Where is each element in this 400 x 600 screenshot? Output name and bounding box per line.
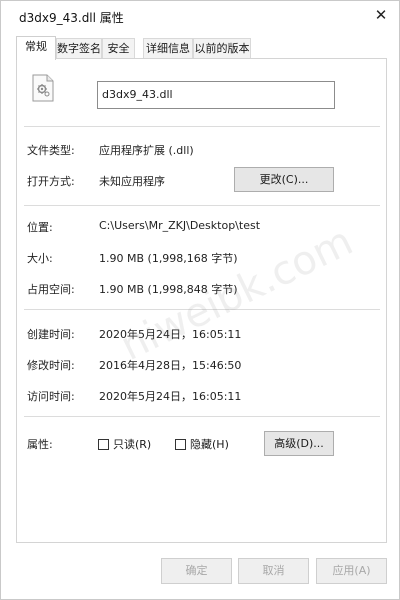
- tab-details[interactable]: 详细信息: [143, 38, 193, 59]
- readonly-label: 只读(R): [113, 438, 152, 451]
- separator: [24, 416, 380, 417]
- title-bar[interactable]: d3dx9_43.dll 属性 ✕: [1, 1, 400, 31]
- close-icon: ✕: [374, 6, 388, 24]
- tab-general[interactable]: 常规: [16, 36, 56, 60]
- tab-digital-signatures[interactable]: 数字签名: [56, 38, 102, 59]
- tab-previous-versions[interactable]: 以前的版本: [193, 38, 251, 59]
- ok-button[interactable]: 确定: [161, 558, 232, 584]
- window-title: d3dx9_43.dll 属性: [19, 11, 124, 25]
- open-with-label: 打开方式:: [27, 175, 75, 188]
- accessed-label: 访问时间:: [27, 390, 75, 403]
- hidden-checkbox[interactable]: 隐藏(H): [175, 436, 229, 452]
- file-type-label: 文件类型:: [27, 144, 75, 157]
- advanced-button[interactable]: 高级(D)...: [264, 431, 334, 456]
- cancel-button[interactable]: 取消: [238, 558, 309, 584]
- modified-label: 修改时间:: [27, 359, 75, 372]
- size-value: 1.90 MB (1,998,168 字节): [99, 252, 238, 265]
- checkbox-square: [98, 438, 109, 450]
- location-label: 位置:: [27, 221, 53, 234]
- change-button[interactable]: 更改(C)...: [234, 167, 334, 192]
- size-label: 大小:: [27, 252, 53, 265]
- separator: [24, 126, 380, 127]
- tab-security[interactable]: 安全: [102, 38, 135, 59]
- tab-bar: 常规 数字签名 安全 详细信息 以前的版本: [16, 36, 386, 60]
- apply-button[interactable]: 应用(A): [316, 558, 387, 584]
- accessed-value: 2020年5月24日，16:05:11: [99, 390, 242, 403]
- checkbox-square: [175, 438, 186, 450]
- readonly-checkbox[interactable]: 只读(R): [98, 436, 151, 452]
- created-label: 创建时间:: [27, 328, 75, 341]
- modified-value: 2016年4月28日，15:46:50: [99, 359, 242, 372]
- attributes-label: 属性:: [27, 438, 53, 451]
- location-value: C:\Users\Mr_ZKJ\Desktop\test: [99, 219, 261, 232]
- file-type-value: 应用程序扩展 (.dll): [99, 144, 194, 157]
- properties-dialog: d3dx9_43.dll 属性 ✕ 常规 数字签名 安全 详细信息 以前的版本 …: [0, 0, 400, 600]
- close-button[interactable]: ✕: [367, 3, 395, 29]
- dll-file-icon: [32, 74, 54, 102]
- separator: [24, 205, 380, 206]
- file-name-input[interactable]: d3dx9_43.dll: [97, 81, 335, 109]
- open-with-value: 未知应用程序: [99, 175, 165, 188]
- size-on-disk-label: 占用空间:: [27, 283, 75, 296]
- hidden-label: 隐藏(H): [190, 438, 229, 451]
